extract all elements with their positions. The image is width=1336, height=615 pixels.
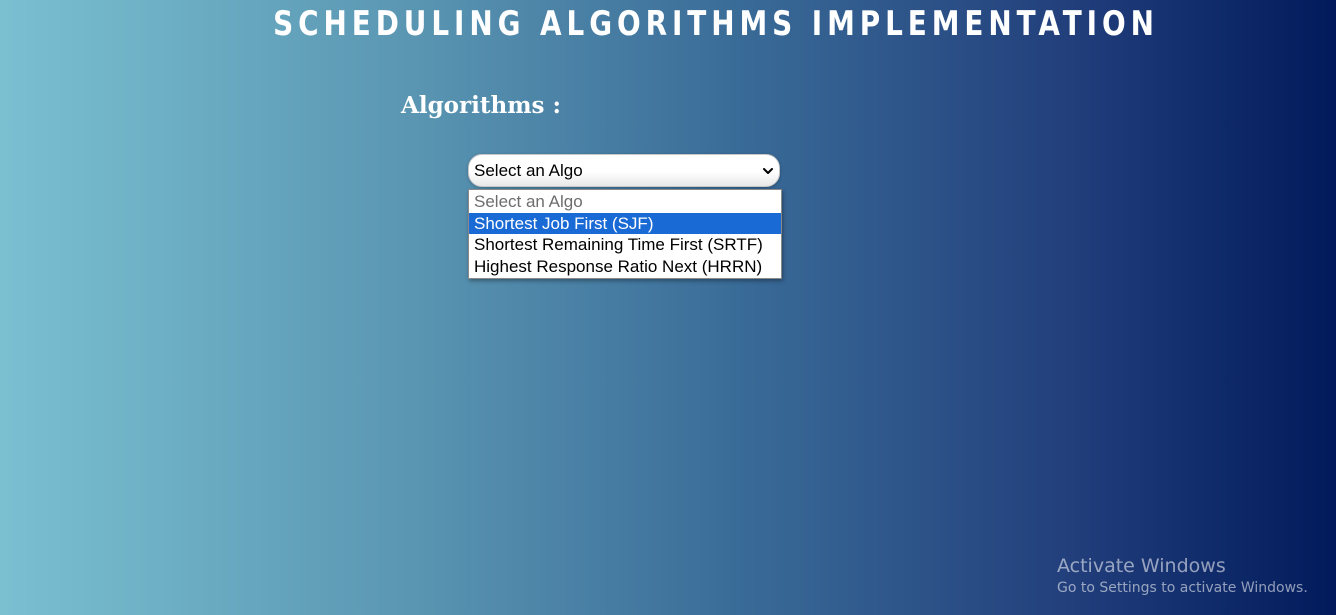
activate-windows-watermark: Activate Windows Go to Settings to activ… xyxy=(1057,554,1308,598)
option-sjf[interactable]: Shortest Job First (SJF) xyxy=(469,212,781,234)
algorithms-label: Algorithms : xyxy=(401,92,561,119)
algorithm-select[interactable]: Select an Algo xyxy=(468,154,780,187)
algorithm-select-value: Select an Algo xyxy=(474,160,583,180)
watermark-subtitle: Go to Settings to activate Windows. xyxy=(1057,580,1308,596)
algorithm-options-list: Select an Algo Shortest Job First (SJF) … xyxy=(468,189,782,279)
page-title: SCHEDULING ALGORITHMS IMPLEMENTATION xyxy=(273,4,1159,44)
watermark-title: Activate Windows xyxy=(1057,555,1226,577)
option-srtf[interactable]: Shortest Remaining Time First (SRTF) xyxy=(469,234,781,256)
chevron-down-icon xyxy=(763,168,773,174)
option-hrrn[interactable]: Highest Response Ratio Next (HRRN) xyxy=(469,256,781,278)
option-select-an-algo[interactable]: Select an Algo xyxy=(469,191,781,213)
